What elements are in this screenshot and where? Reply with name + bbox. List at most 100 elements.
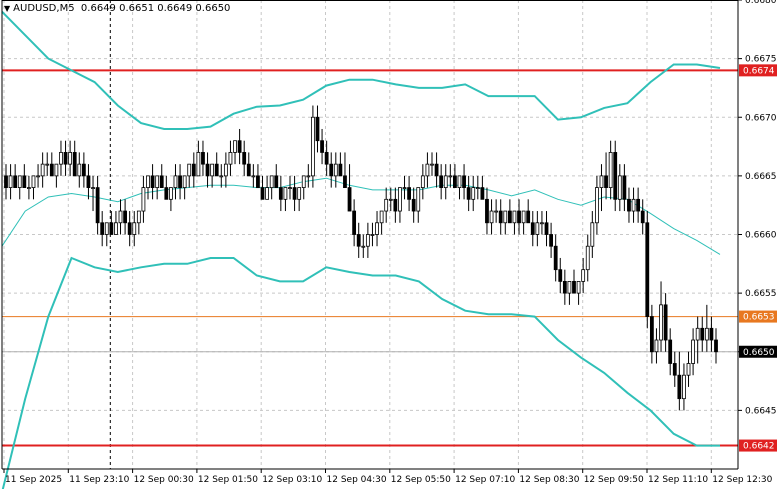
candle-body xyxy=(329,163,334,177)
candle xyxy=(223,152,228,188)
candle-body xyxy=(416,187,421,212)
candle xyxy=(553,234,558,282)
candle xyxy=(182,175,187,200)
candle-body xyxy=(45,163,50,166)
candle-body xyxy=(237,140,242,153)
bollinger-lower xyxy=(1,256,720,493)
candle-body xyxy=(297,187,302,200)
candle xyxy=(338,152,343,177)
candle xyxy=(27,175,31,200)
candle-body xyxy=(205,163,210,177)
candle-body xyxy=(136,210,141,224)
candle xyxy=(288,175,292,200)
candle xyxy=(306,164,311,188)
candle-body xyxy=(365,234,370,247)
candle-body xyxy=(370,234,375,236)
candle xyxy=(695,316,700,364)
candle-body xyxy=(228,152,233,165)
x-tick-label: 12 Sep 08:30 xyxy=(519,475,579,485)
candle xyxy=(471,175,476,212)
candle-body xyxy=(95,187,100,224)
candle-body xyxy=(86,175,91,188)
candle xyxy=(68,140,73,176)
candle xyxy=(8,164,13,200)
candle xyxy=(434,152,439,188)
candle xyxy=(343,152,347,188)
candle xyxy=(233,140,237,165)
y-tick-label: 0.6680 xyxy=(745,0,777,6)
candle xyxy=(256,164,260,188)
candle-body xyxy=(59,152,63,165)
candle-body xyxy=(512,210,517,224)
candle xyxy=(700,316,705,352)
candle xyxy=(416,187,421,223)
candle xyxy=(398,187,402,223)
candle xyxy=(402,175,407,200)
candle xyxy=(210,163,215,188)
candle xyxy=(613,140,618,212)
candle xyxy=(173,164,178,200)
candle-body xyxy=(347,187,352,212)
current-price-label: 0.6650 xyxy=(743,348,775,358)
candle-body xyxy=(114,222,118,235)
y-tick-label: 0.6665 xyxy=(745,172,777,182)
candle xyxy=(549,222,553,258)
candle xyxy=(104,222,109,247)
candle xyxy=(329,152,334,188)
candle xyxy=(164,175,169,200)
triangle-down-icon[interactable]: ▼ xyxy=(4,4,10,13)
candle xyxy=(109,211,114,235)
candle xyxy=(91,175,95,212)
chart-title[interactable]: ▼ AUDUSD,M5 0.6649 0.6651 0.6649 0.6650 xyxy=(4,3,230,14)
candle-body xyxy=(256,175,260,188)
candle-body xyxy=(526,210,531,224)
candle-body xyxy=(324,152,329,165)
candle-body xyxy=(155,175,160,188)
candle xyxy=(485,187,489,235)
candle xyxy=(251,164,256,188)
candle xyxy=(617,164,622,212)
candle-body xyxy=(549,234,553,247)
candle-body xyxy=(306,175,311,178)
candle-body xyxy=(489,210,494,224)
candle xyxy=(4,164,8,200)
candle xyxy=(686,351,691,387)
candle-body xyxy=(214,163,219,177)
candle xyxy=(59,140,63,176)
candle-body xyxy=(530,222,535,235)
candle-body xyxy=(407,187,411,200)
candle-body xyxy=(517,210,521,224)
candle-body xyxy=(521,210,526,224)
candle xyxy=(297,187,302,212)
candle-body xyxy=(178,175,182,188)
candle xyxy=(544,211,549,247)
candle xyxy=(677,351,682,411)
candle-body xyxy=(343,175,347,188)
candle-body xyxy=(649,316,654,353)
candle xyxy=(558,257,563,294)
x-tick-label: 12 Sep 05:50 xyxy=(391,475,451,485)
candle-body xyxy=(439,175,444,188)
candle xyxy=(365,222,370,258)
candle-body xyxy=(682,374,686,400)
candle xyxy=(475,175,480,200)
candle-body xyxy=(585,245,590,271)
candle-body xyxy=(141,187,146,212)
candle-body xyxy=(233,140,237,153)
candle xyxy=(512,210,517,235)
candle-body xyxy=(196,152,201,177)
candle-body xyxy=(8,175,13,188)
candle-body xyxy=(677,374,682,400)
candle-body xyxy=(480,187,485,200)
candle xyxy=(123,199,127,235)
candle-body xyxy=(604,175,608,188)
candle xyxy=(585,234,590,282)
x-tick-label: 11 Sep 2025 xyxy=(5,475,62,485)
candle-body xyxy=(159,175,164,188)
candle-body xyxy=(104,222,109,235)
candle-body xyxy=(448,175,453,178)
candle-body xyxy=(187,163,192,177)
candle xyxy=(136,210,141,235)
candle xyxy=(659,281,663,352)
candle-body xyxy=(457,175,462,188)
